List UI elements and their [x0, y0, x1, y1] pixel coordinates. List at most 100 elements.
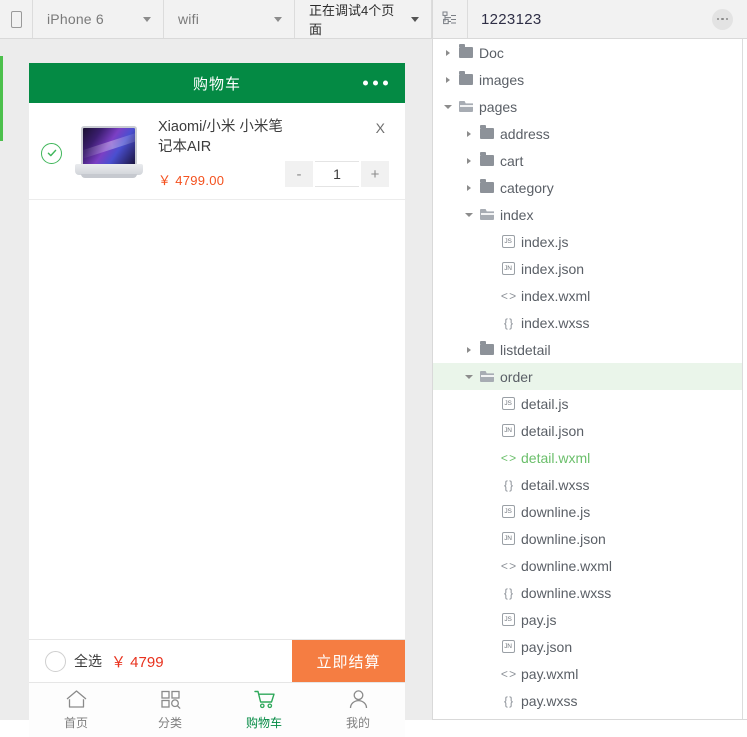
dot [363, 80, 368, 86]
tree-row[interactable]: Doc [433, 39, 742, 66]
product-thumbnail[interactable] [72, 122, 146, 184]
wxss-file-icon: { } [497, 316, 519, 330]
select-all-group[interactable]: 全选 ￥ 4799 [29, 640, 292, 682]
dot [373, 80, 378, 86]
product-info: Xiaomi/小米 小米笔记本AIR ￥ 4799.00 [158, 117, 285, 189]
tree-row[interactable]: JN detail.json [433, 417, 742, 444]
tree-row-label: order [500, 368, 533, 385]
tree-row-label: pay.js [521, 611, 557, 628]
tree-row[interactable]: cart [433, 147, 742, 174]
tab-category-label: 分类 [157, 716, 182, 730]
file-type-symbol: { } [503, 477, 513, 492]
tree-row[interactable]: < > downline.wxml [433, 552, 742, 579]
device-select[interactable]: iPhone 6 [33, 0, 164, 38]
check-circle-icon[interactable] [41, 142, 62, 164]
tree-row[interactable]: < > pay.wxml [433, 660, 742, 687]
select-all-label: 全选 [74, 653, 102, 669]
folder-icon [476, 341, 498, 355]
file-tree-pane: Doc images pages address cart category index JS… [432, 39, 747, 720]
tree-row[interactable]: address [433, 120, 742, 147]
chevron-down-icon [411, 16, 419, 22]
tree-row[interactable]: listdetail [433, 336, 742, 363]
phone-outline-glyph [10, 10, 22, 28]
wxss-file-icon: { } [497, 694, 519, 708]
tab-home-label: 首页 [63, 716, 88, 730]
circle-icon[interactable] [45, 650, 66, 672]
quantity-decrease-button[interactable]: - [285, 161, 313, 187]
check-glyph [47, 149, 56, 157]
debug-status-label: 正在调试4个页面 [309, 3, 395, 37]
chevron-right-icon[interactable] [462, 184, 476, 191]
chevron-down-icon[interactable] [462, 374, 476, 379]
wxml-file-icon: < > [497, 667, 519, 681]
wxml-file-icon: < > [497, 289, 519, 303]
chevron-down-icon[interactable] [441, 104, 455, 109]
tree-row[interactable]: JS detail.js [433, 390, 742, 417]
tree-row[interactable]: JS index.js [433, 228, 742, 255]
tab-category[interactable]: 分类 [123, 683, 217, 737]
file-tree[interactable]: Doc images pages address cart category index JS… [433, 39, 742, 720]
dot [721, 17, 724, 21]
tab-mine-label: 我的 [345, 716, 370, 730]
tree-row-label: listdetail [500, 341, 551, 358]
tab-cart-label: 购物车 [245, 716, 282, 730]
tree-row[interactable]: order [433, 363, 742, 390]
chevron-right-icon[interactable] [441, 76, 455, 83]
tab-cart[interactable]: 购物车 [217, 683, 311, 737]
ellipsis-icon[interactable] [712, 8, 733, 30]
tree-row-label: cart [500, 152, 524, 169]
phone-icon[interactable] [0, 0, 33, 38]
chevron-right-icon[interactable] [441, 49, 455, 56]
tree-row[interactable]: JN downline.json [433, 525, 742, 552]
network-select-value: wifi [178, 11, 200, 27]
tree-row[interactable]: pages [433, 93, 742, 120]
tab-home[interactable]: 首页 [29, 683, 123, 737]
tree-row-label: images [479, 71, 525, 88]
laptop-foot [81, 174, 137, 178]
network-select[interactable]: wifi [164, 0, 295, 38]
debug-status-select[interactable]: 正在调试4个页面 [295, 0, 432, 38]
json-file-icon: JN [497, 424, 519, 437]
quantity-stepper: - 1 + [285, 161, 389, 187]
tab-mine[interactable]: 我的 [311, 683, 405, 737]
tree-row[interactable]: index [433, 201, 742, 228]
chevron-down-icon[interactable] [462, 212, 476, 217]
tree-row[interactable]: images [433, 66, 742, 93]
sitemap-icon[interactable] [433, 0, 468, 38]
tree-row[interactable]: { } detail.wxss [433, 471, 742, 498]
quantity-increase-button[interactable]: + [361, 161, 389, 187]
remove-item-button[interactable]: X [372, 119, 389, 137]
top-toolbar: iPhone 6 wifi 正在调试4个页面 1223123 [0, 0, 747, 39]
product-actions: X - 1 + [285, 117, 389, 189]
tree-row-label: detail.wxss [521, 476, 590, 493]
file-type-badge: JS [501, 235, 515, 248]
tree-row[interactable]: category [433, 174, 742, 201]
device-select-value: iPhone 6 [47, 11, 104, 27]
tree-row[interactable]: { } index.wxss [433, 309, 742, 336]
laptop-image [73, 124, 145, 182]
chevron-right-icon[interactable] [462, 130, 476, 137]
js-file-icon: JS [497, 505, 519, 518]
cart-total-bar: 全选 ￥ 4799 立即结算 [29, 639, 405, 682]
tree-row[interactable]: { } pay.wxss [433, 687, 742, 714]
chevron-right-icon[interactable] [462, 157, 476, 164]
ellipsis-icon[interactable] [363, 80, 388, 86]
chevron-right-icon[interactable] [462, 346, 476, 353]
quantity-value[interactable]: 1 [315, 161, 359, 187]
wxss-file-icon: { } [497, 586, 519, 600]
tree-row[interactable]: < > detail.wxml [433, 444, 742, 471]
wxss-file-icon: { } [497, 478, 519, 492]
tree-row[interactable]: < > index.wxml [433, 282, 742, 309]
tree-row-label: pay.wxss [521, 692, 578, 709]
wxml-file-icon: < > [497, 451, 519, 465]
tree-row[interactable]: JS downline.js [433, 498, 742, 525]
tree-row-label: category [500, 179, 554, 196]
tree-row[interactable]: JS pay.js [433, 606, 742, 633]
tree-row[interactable]: { } downline.wxss [433, 579, 742, 606]
tree-row[interactable]: JN index.json [433, 255, 742, 282]
folder-glyph [480, 152, 494, 166]
json-file-icon: JN [497, 640, 519, 653]
checkout-button[interactable]: 立即结算 [292, 640, 405, 682]
tree-row-label: index.wxss [521, 314, 590, 331]
tree-row[interactable]: JN pay.json [433, 633, 742, 660]
